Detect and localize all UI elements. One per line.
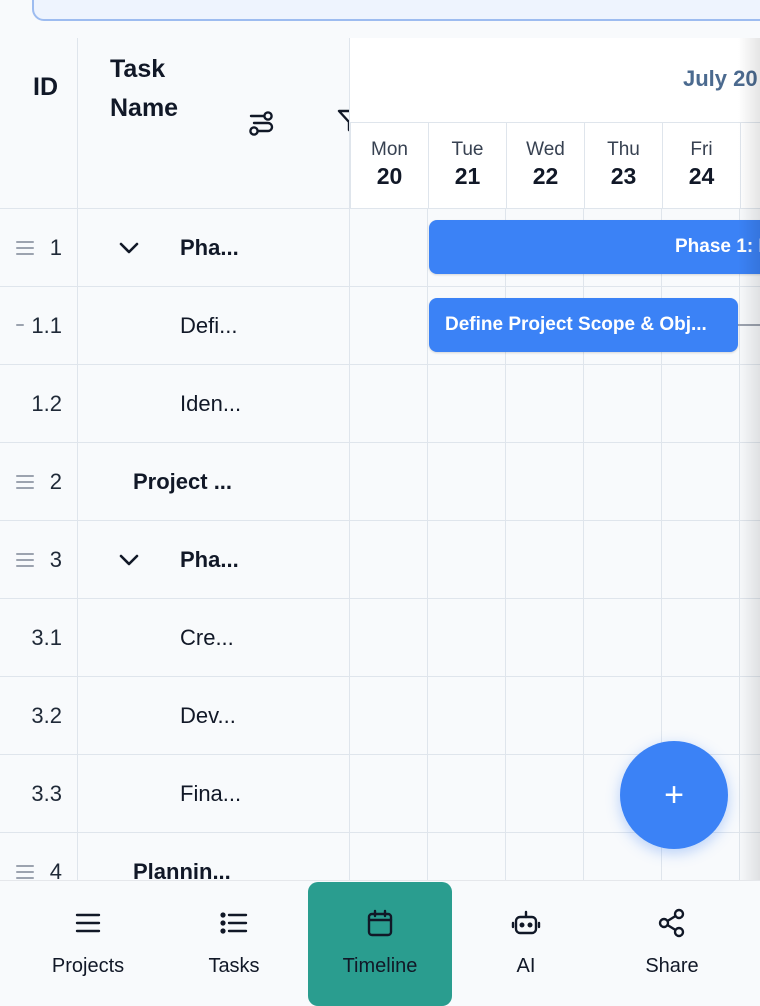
timeline-row-line xyxy=(350,442,760,443)
timeline-row-line xyxy=(350,676,760,677)
timeline-row-line xyxy=(350,598,760,599)
day-header-cell: Tue 21 xyxy=(428,122,506,208)
drag-handle-icon[interactable] xyxy=(16,241,34,255)
row-id: 2 xyxy=(49,469,62,494)
day-number: 20 xyxy=(376,163,403,189)
robot-icon xyxy=(511,908,541,938)
search-input[interactable] xyxy=(32,0,760,21)
day-number: 21 xyxy=(454,163,481,189)
day-header-cell: Wed 22 xyxy=(506,122,584,208)
table-row[interactable]: 3.2 Dev... xyxy=(0,676,350,754)
menu-icon xyxy=(73,908,103,938)
day-header-cell: Thu 23 xyxy=(584,122,662,208)
table-row[interactable]: 1 Pha... xyxy=(0,208,350,286)
nav-ai[interactable]: AI xyxy=(454,882,598,1006)
task-name[interactable]: Dev... xyxy=(180,703,236,729)
bottom-navigation: Projects Tasks Timeline AI Share xyxy=(0,880,760,1006)
table-row[interactable]: 2 Project ... xyxy=(0,442,350,520)
day-header-cell: Mon 20 xyxy=(350,122,428,208)
drag-handle-icon[interactable] xyxy=(16,553,34,567)
row-id: 4 xyxy=(49,859,62,880)
row-id: 3.2 xyxy=(31,703,62,728)
nav-label: Share xyxy=(645,955,699,977)
table-row[interactable]: 3.1 Cre... xyxy=(0,598,350,676)
task-name[interactable]: Plannin... xyxy=(133,859,231,880)
task-name[interactable]: Fina... xyxy=(180,781,241,807)
add-task-button[interactable]: + xyxy=(620,741,728,849)
define-scope-gantt-bar[interactable]: Define Project Scope & Obj... xyxy=(429,298,738,352)
task-name-header-line1: Task xyxy=(110,55,166,83)
table-row[interactable]: 3.3 Fina... xyxy=(0,754,350,832)
define-scope-bar-label: Define Project Scope & Obj... xyxy=(445,314,707,335)
drag-handle-icon[interactable] xyxy=(16,865,34,879)
timeline-row-line xyxy=(350,286,760,287)
table-row[interactable]: 3 Pha... xyxy=(0,520,350,598)
chevron-down-icon[interactable] xyxy=(118,239,140,257)
plus-icon: + xyxy=(664,776,684,814)
nav-projects[interactable]: Projects xyxy=(16,882,160,1006)
day-number: 24 xyxy=(688,163,715,189)
table-row[interactable]: 4 Plannin... xyxy=(0,832,350,880)
row-id: 3 xyxy=(49,547,62,572)
table-row[interactable]: 1.1 Defi... xyxy=(0,286,350,364)
task-name[interactable]: Pha... xyxy=(180,547,239,573)
day-name: Thu xyxy=(607,139,640,160)
timeline-row-line xyxy=(350,520,760,521)
nav-share[interactable]: Share xyxy=(600,882,744,1006)
task-name[interactable]: Iden... xyxy=(180,391,241,417)
task-name[interactable]: Project ... xyxy=(133,469,232,495)
day-name: Wed xyxy=(526,139,565,160)
nav-label: Timeline xyxy=(342,955,418,977)
nav-label: Tasks xyxy=(208,955,260,977)
share-icon xyxy=(657,908,687,938)
nav-label: Projects xyxy=(51,955,125,977)
timeline-row-line xyxy=(350,364,760,365)
task-name-column-header: Task Name xyxy=(110,50,178,128)
day-number: 23 xyxy=(610,163,637,189)
nav-tasks[interactable]: Tasks xyxy=(162,882,306,1006)
row-id: 3.1 xyxy=(31,625,62,650)
calendar-icon xyxy=(365,908,395,938)
row-id: 1.2 xyxy=(31,391,62,416)
row-id: 3.3 xyxy=(31,781,62,806)
scroll-shadow xyxy=(738,38,760,880)
day-number: 22 xyxy=(532,163,559,189)
phase1-gantt-bar[interactable]: Phase 1: I xyxy=(429,220,760,274)
sort-settings-icon[interactable] xyxy=(246,108,276,143)
task-name[interactable]: Pha... xyxy=(180,235,239,261)
chevron-down-icon[interactable] xyxy=(118,551,140,569)
task-name[interactable]: Defi... xyxy=(180,313,237,339)
task-name[interactable]: Cre... xyxy=(180,625,234,651)
row-id: 1.1 xyxy=(31,313,62,338)
table-row[interactable]: 1.2 Iden... xyxy=(0,364,350,442)
nav-label: AI xyxy=(516,955,536,977)
drag-handle-icon[interactable] xyxy=(16,324,24,338)
nav-timeline[interactable]: Timeline xyxy=(308,882,452,1006)
timeline-column-line xyxy=(427,208,428,880)
timeline-row-line xyxy=(350,208,760,209)
list-icon xyxy=(219,908,249,938)
day-name: Fri xyxy=(690,139,713,160)
drag-handle-icon[interactable] xyxy=(16,475,34,489)
id-column-header: ID xyxy=(33,73,58,101)
day-name: Tue xyxy=(451,139,484,160)
row-id: 1 xyxy=(49,235,62,260)
task-name-header-line2: Name xyxy=(110,94,179,122)
day-name: Mon xyxy=(371,139,408,160)
day-header-cell: Fri 24 xyxy=(662,122,740,208)
